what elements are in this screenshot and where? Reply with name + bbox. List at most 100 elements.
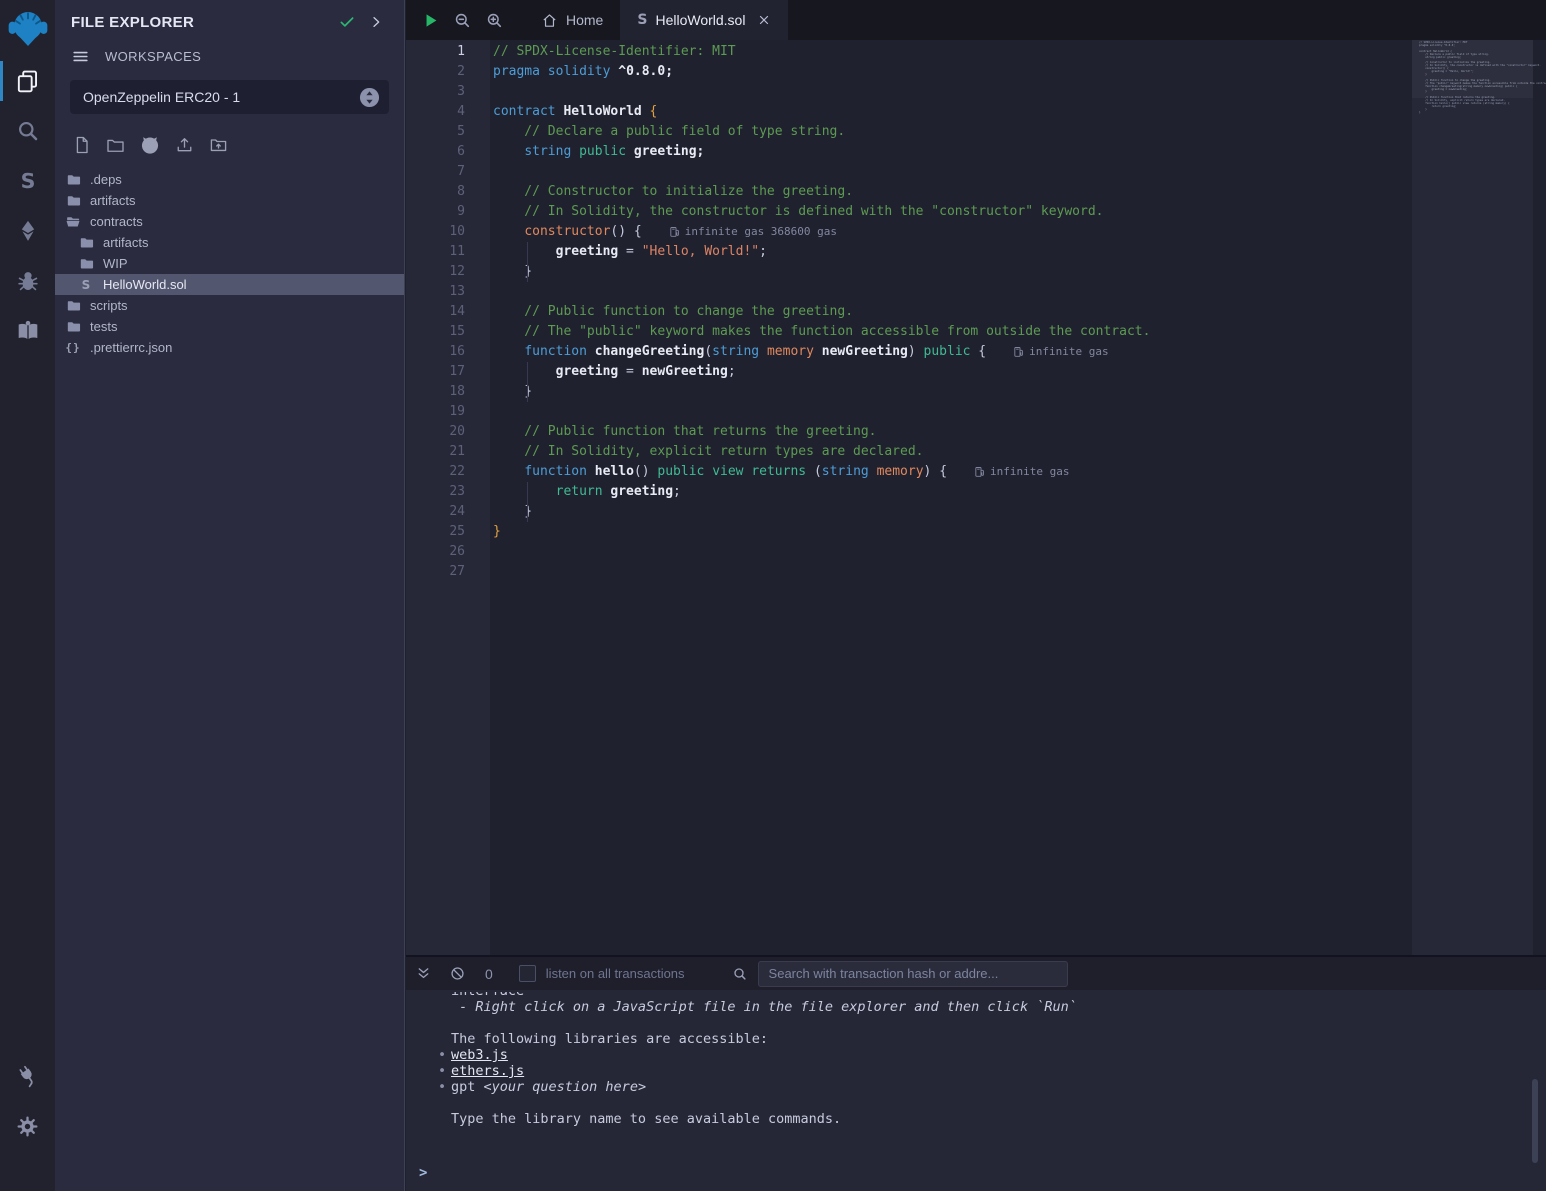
clone-from-github-button[interactable] bbox=[139, 134, 161, 156]
code-line: // SPDX-License-Identifier: MIT bbox=[493, 42, 1412, 62]
tree-item--prettierrc-json[interactable]: {}.prettierrc.json bbox=[55, 337, 404, 358]
tree-item--deps[interactable]: .deps bbox=[55, 169, 404, 190]
line-number: 19 bbox=[406, 402, 490, 422]
sidebar-item-solidity-compiler[interactable]: S bbox=[0, 156, 55, 206]
tree-item-wip[interactable]: WIP bbox=[55, 253, 404, 274]
code-line: constructor() {infinite gas 368600 gas bbox=[493, 222, 1412, 242]
upload-file-button[interactable] bbox=[174, 135, 195, 155]
tree-item-scripts[interactable]: scripts bbox=[55, 295, 404, 316]
close-icon bbox=[757, 13, 771, 27]
github-icon bbox=[139, 134, 161, 156]
ethers-link[interactable]: ethers.js bbox=[451, 1063, 524, 1079]
listen-transactions-checkbox[interactable] bbox=[519, 965, 536, 982]
file-tree: .depsartifactscontractsartifactsWIPSHell… bbox=[55, 169, 404, 358]
sidebar-item-search[interactable] bbox=[0, 106, 55, 156]
main-view: Home S HelloWorld.sol 123456789101112131… bbox=[406, 0, 1546, 1191]
workspace-select[interactable]: OpenZeppelin ERC20 - 1 bbox=[70, 80, 389, 114]
line-number: 3 bbox=[406, 82, 490, 102]
zoom-out-button[interactable] bbox=[446, 0, 478, 40]
terminal-search-icon bbox=[732, 966, 748, 982]
tree-item-label: contracts bbox=[90, 214, 143, 229]
tab-home[interactable]: Home bbox=[524, 0, 620, 40]
run-script-button[interactable] bbox=[414, 0, 446, 40]
line-number-gutter: 1234567891011121314151617181920212223242… bbox=[406, 40, 490, 955]
tree-item-label: artifacts bbox=[103, 235, 149, 250]
sort-toggle-icon[interactable] bbox=[359, 87, 380, 108]
panel-collapse-button[interactable] bbox=[368, 14, 384, 30]
tree-item-label: HelloWorld.sol bbox=[103, 277, 187, 292]
gas-estimate-annotation: infinite gas 368600 gas bbox=[670, 222, 837, 242]
tab-helloworld-sol[interactable]: S HelloWorld.sol bbox=[620, 0, 788, 40]
code-area[interactable]: // SPDX-License-Identifier: MITpragma so… bbox=[490, 40, 1412, 955]
clear-console-button[interactable] bbox=[449, 965, 466, 982]
transaction-search-input[interactable] bbox=[758, 961, 1068, 987]
terminal-panel: 0 listen on all transactions interface -… bbox=[406, 955, 1546, 1191]
sidebar-item-debugger[interactable] bbox=[0, 256, 55, 306]
tree-item-label: WIP bbox=[103, 256, 128, 271]
code-line bbox=[493, 562, 1412, 582]
new-file-button[interactable] bbox=[72, 135, 92, 155]
tree-item-artifacts[interactable]: artifacts bbox=[55, 190, 404, 211]
line-number: 24 bbox=[406, 502, 490, 522]
line-number: 15 bbox=[406, 322, 490, 342]
plug-icon bbox=[15, 1063, 41, 1089]
line-number: 6 bbox=[406, 142, 490, 162]
line-number: 22 bbox=[406, 462, 490, 482]
zoom-in-button[interactable] bbox=[478, 0, 510, 40]
bullet: • bbox=[438, 1063, 451, 1079]
close-tab-button[interactable] bbox=[757, 13, 771, 27]
code-line: greeting = newGreeting; bbox=[493, 362, 1412, 382]
terminal-scrollbar-thumb[interactable] bbox=[1532, 1079, 1538, 1163]
code-line bbox=[493, 162, 1412, 182]
code-line: function hello() public view returns (st… bbox=[493, 462, 1412, 482]
tree-item-tests[interactable]: tests bbox=[55, 316, 404, 337]
line-number: 27 bbox=[406, 562, 490, 582]
line-number: 20 bbox=[406, 422, 490, 442]
vertical-icon-panel: S bbox=[0, 0, 55, 1191]
sidebar-item-deploy-and-run[interactable] bbox=[0, 206, 55, 256]
upload-folder-button[interactable] bbox=[208, 135, 229, 155]
workspaces-label: WORKSPACES bbox=[105, 49, 201, 64]
sidebar-item-settings[interactable] bbox=[0, 1101, 55, 1151]
transaction-count: 0 bbox=[485, 966, 493, 982]
terminal-toolbar: 0 listen on all transactions bbox=[406, 957, 1546, 990]
web3-link[interactable]: web3.js bbox=[451, 1047, 508, 1063]
bug-icon bbox=[15, 268, 41, 294]
collapse-terminal-button[interactable] bbox=[415, 965, 432, 982]
indent-guide bbox=[527, 502, 528, 522]
code-line: greeting = "Hello, World!"; bbox=[493, 242, 1412, 262]
minimap-slider[interactable] bbox=[1412, 40, 1533, 98]
upload-icon bbox=[174, 135, 195, 155]
sidebar-item-learneth[interactable] bbox=[0, 306, 55, 356]
tree-item-artifacts[interactable]: artifacts bbox=[55, 232, 404, 253]
terminal-line-web3: •web3.js bbox=[451, 1047, 1546, 1063]
code-line bbox=[493, 402, 1412, 422]
tree-item-contracts[interactable]: contracts bbox=[55, 211, 404, 232]
listen-transactions-label: listen on all transactions bbox=[546, 966, 685, 981]
line-number: 16 bbox=[406, 342, 490, 362]
hamburger-menu-icon[interactable] bbox=[71, 47, 90, 66]
new-folder-button[interactable] bbox=[105, 135, 126, 155]
line-number: 14 bbox=[406, 302, 490, 322]
terminal-line-ethers: •ethers.js bbox=[451, 1063, 1546, 1079]
workspace-selected-value: OpenZeppelin ERC20 - 1 bbox=[83, 89, 359, 105]
terminal-prompt[interactable]: > bbox=[419, 1165, 427, 1181]
solidity-compiler-icon: S bbox=[15, 168, 41, 194]
minimap[interactable]: // SPDX-License-Identifier: MIT pragma s… bbox=[1412, 40, 1533, 955]
editor-toolbar: Home S HelloWorld.sol bbox=[406, 0, 1546, 40]
solidity-file-icon: S bbox=[637, 12, 647, 28]
sidebar-item-plugin-manager[interactable] bbox=[0, 1051, 55, 1101]
editor-tabs: Home S HelloWorld.sol bbox=[524, 0, 788, 40]
tree-item-helloworld-sol[interactable]: SHelloWorld.sol bbox=[55, 274, 404, 295]
code-editor: 1234567891011121314151617181920212223242… bbox=[406, 40, 1546, 955]
tree-item-label: scripts bbox=[90, 298, 128, 313]
remix-logo[interactable] bbox=[0, 0, 55, 56]
gas-estimate-annotation: infinite gas bbox=[1014, 342, 1108, 362]
book-icon bbox=[15, 318, 41, 344]
line-number: 11 bbox=[406, 242, 490, 262]
line-number: 17 bbox=[406, 362, 490, 382]
line-number: 21 bbox=[406, 442, 490, 462]
line-number: 9 bbox=[406, 202, 490, 222]
sidebar-item-file-explorer[interactable] bbox=[0, 56, 55, 106]
confirm-button[interactable] bbox=[338, 13, 356, 31]
